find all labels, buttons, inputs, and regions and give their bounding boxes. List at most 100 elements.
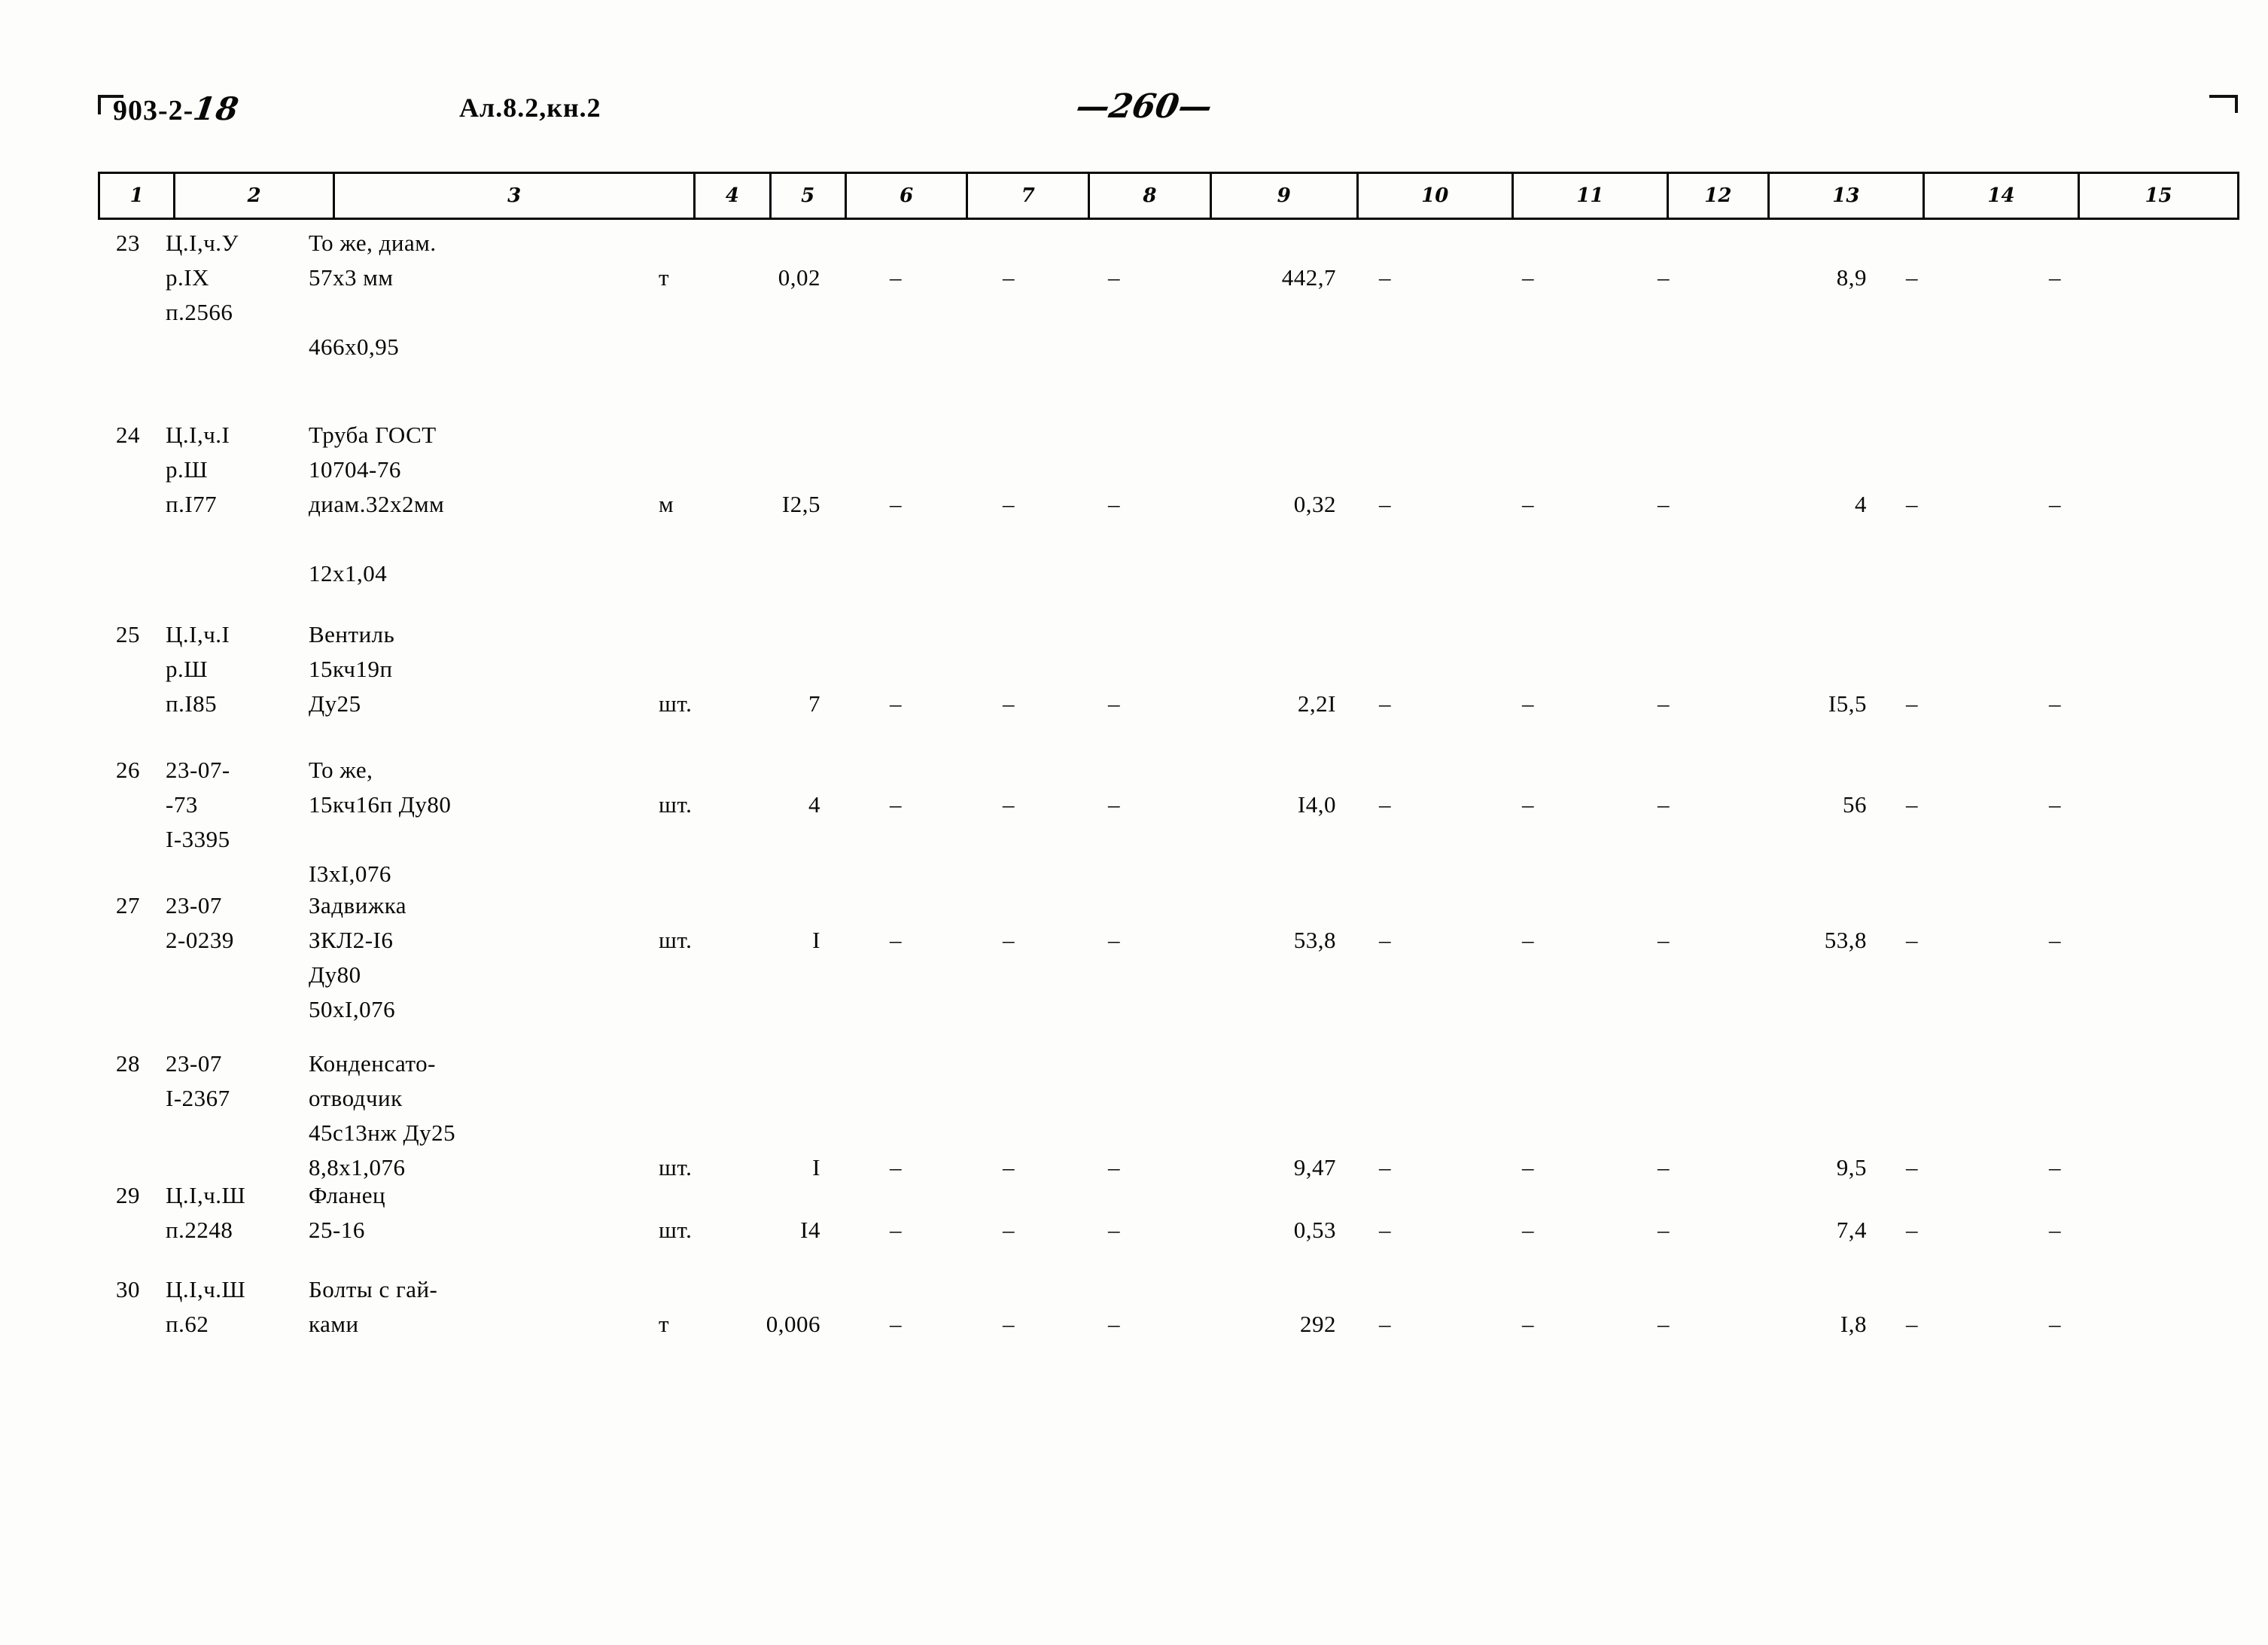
row-name-line: ЗКЛ2-I6 [309, 927, 394, 953]
table-container: 1 2 3 4 5 6 7 8 9 10 11 12 13 14 15 [97, 172, 2239, 220]
row-name-line: ками [309, 1311, 359, 1337]
row-value-c9: 0,32 [1293, 491, 1336, 517]
column-header: 4 [693, 172, 772, 220]
row-unit: м [659, 491, 674, 517]
row-position-number: 26 [116, 757, 140, 783]
column-header: 3 [333, 172, 696, 220]
row-value-c15: – [2049, 264, 2061, 291]
column-header: 13 [1767, 172, 1925, 220]
row-code-line: Ц.I,ч.I [166, 422, 230, 448]
page-header: 903-2-18 Ал.8.2,кн.2 —260— [0, 87, 2268, 151]
row-value-c14: – [1906, 1217, 1918, 1243]
row-value-c10: – [1379, 264, 1391, 291]
document-page: 903-2-18 Ал.8.2,кн.2 —260— 1 2 3 4 5 6 7… [0, 0, 2268, 1645]
row-code-line: п.I77 [166, 491, 218, 517]
column-header: 2 [173, 172, 336, 220]
row-value-c7: – [1003, 264, 1015, 291]
row-name-line: 15кч19п [309, 656, 393, 682]
row-name-line: То же, диам. [309, 230, 437, 256]
row-value-c7: – [1003, 1311, 1015, 1337]
row-value-c10: – [1379, 1217, 1391, 1243]
row-name-line: Болты с гай- [309, 1276, 438, 1302]
row-value-c8: – [1108, 1217, 1120, 1243]
row-value-c12: – [1658, 264, 1670, 291]
document-code-handwritten: 18 [190, 90, 242, 127]
row-position-number: 28 [116, 1050, 140, 1077]
row-value-c15: – [2049, 690, 2061, 717]
row-name-line: Ду80 [309, 961, 361, 988]
row-unit: шт. [659, 791, 693, 818]
row-code-line: Ц.I,ч.Ш [166, 1276, 246, 1302]
column-header: 1 [97, 172, 176, 220]
row-value-c6: – [890, 491, 902, 517]
row-value-c14: – [1906, 491, 1918, 517]
row-value-c15: – [2049, 1311, 2061, 1337]
row-name-line: 25-16 [309, 1217, 365, 1243]
row-value-c7: – [1003, 1154, 1015, 1180]
row-value-c15: – [2049, 927, 2061, 953]
table-body: 23 Ц.I,ч.У р.IX п.2566 То же, диам. 57х3 мм 46… [98, 226, 2239, 1506]
row-value-c11: – [1522, 690, 1534, 717]
row-quantity: 0,006 [766, 1311, 820, 1337]
row-position-number: 25 [116, 621, 140, 647]
row-unit: шт. [659, 927, 693, 953]
row-value-c14: – [1906, 1154, 1918, 1180]
row-code-line: I-2367 [166, 1085, 230, 1111]
row-value-c9: 292 [1300, 1311, 1336, 1337]
row-value-c13: 4 [1855, 491, 1867, 517]
row-value-c14: – [1906, 927, 1918, 953]
row-value-c12: – [1658, 1311, 1670, 1337]
row-position-number: 29 [116, 1182, 140, 1208]
row-value-c11: – [1522, 491, 1534, 517]
row-code-line: р.Ш [166, 456, 209, 483]
row-quantity: 0,02 [778, 264, 820, 291]
specification-table: 1 2 3 4 5 6 7 8 9 10 11 12 13 14 15 [97, 172, 2239, 220]
row-value-c7: – [1003, 1217, 1015, 1243]
column-header: 8 [1088, 172, 1212, 220]
row-value-c15: – [2049, 791, 2061, 818]
row-name-line: То же, [309, 757, 373, 783]
row-value-c9: 0,53 [1293, 1217, 1336, 1243]
row-position-number: 23 [116, 230, 140, 256]
row-name-line: Ду25 [309, 690, 361, 717]
row-unit: шт. [659, 690, 693, 717]
row-value-c9: 53,8 [1293, 927, 1336, 953]
row-value-c8: – [1108, 690, 1120, 717]
row-value-c11: – [1522, 927, 1534, 953]
row-value-c8: – [1108, 1311, 1120, 1337]
row-value-c12: – [1658, 1217, 1670, 1243]
row-value-c13: 7,4 [1836, 1217, 1867, 1243]
row-value-c11: – [1522, 1154, 1534, 1180]
row-quantity: I2,5 [781, 491, 820, 517]
document-code: 903-2-18 [113, 90, 242, 127]
row-value-c11: – [1522, 791, 1534, 818]
row-code-line: п.I85 [166, 690, 218, 717]
row-code-line: п.2248 [166, 1217, 233, 1243]
row-code-line: Ц.I,ч.У [166, 230, 239, 256]
row-code-line: п.2566 [166, 299, 233, 325]
row-name-line: Конденсато- [309, 1050, 436, 1077]
row-value-c6: – [890, 927, 902, 953]
row-value-c7: – [1003, 690, 1015, 717]
row-position-number: 24 [116, 422, 140, 448]
row-value-c10: – [1379, 791, 1391, 818]
row-name-line: Фланец [309, 1182, 386, 1208]
row-code-line: 23-07 [166, 892, 222, 918]
column-header: 6 [844, 172, 969, 220]
column-header: 10 [1356, 172, 1514, 220]
row-code-line: 2-0239 [166, 927, 234, 953]
row-value-c12: – [1658, 791, 1670, 818]
row-value-c12: – [1658, 1154, 1670, 1180]
row-name-line: 466х0,95 [309, 334, 400, 360]
row-value-c6: – [890, 1311, 902, 1337]
row-value-c13: 56 [1843, 791, 1867, 818]
row-value-c6: – [890, 1154, 902, 1180]
row-value-c15: – [2049, 1217, 2061, 1243]
row-value-c9: 9,47 [1293, 1154, 1336, 1180]
row-quantity: I [812, 927, 820, 953]
row-name-line: отводчик [309, 1085, 403, 1111]
row-quantity: 7 [808, 690, 820, 717]
row-value-c10: – [1379, 1154, 1391, 1180]
row-value-c10: – [1379, 491, 1391, 517]
row-value-c12: – [1658, 927, 1670, 953]
